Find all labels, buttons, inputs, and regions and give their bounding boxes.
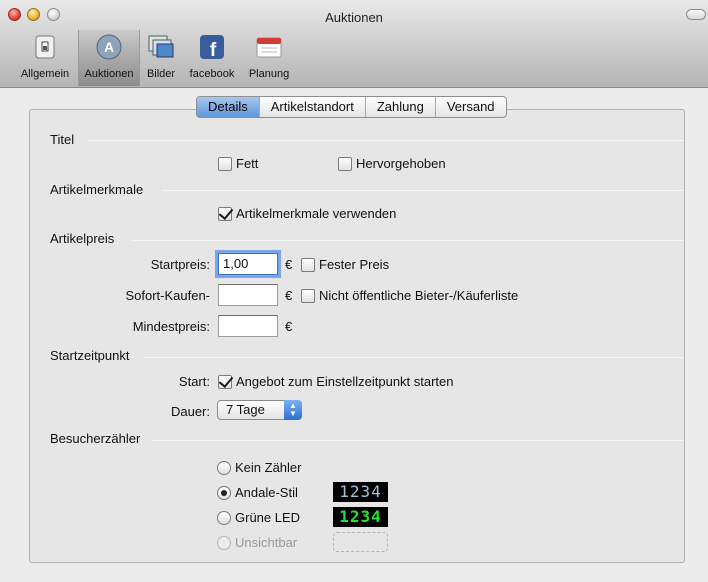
toolbar-item-facebook[interactable]: f facebook	[183, 30, 241, 86]
mindestpreis-label: Mindestpreis:	[132, 319, 210, 334]
photos-icon	[148, 35, 174, 58]
mindestpreis-input[interactable]	[218, 315, 278, 337]
section-artikelpreis-label: Artikelpreis	[50, 231, 115, 246]
toolbar-item-label: Bilder	[146, 68, 176, 80]
sofort-kaufen-input[interactable]	[218, 284, 278, 306]
svg-text:f: f	[210, 40, 217, 61]
section-startzeitpunkt-label: Startzeitpunkt	[50, 348, 130, 363]
nicht-oeffentlich-checkbox[interactable]	[301, 289, 315, 303]
tab-artikelstandort[interactable]: Artikelstandort	[258, 97, 365, 117]
section-separator	[162, 190, 684, 191]
counter-label-andale: Andale-Stil	[235, 485, 298, 500]
fett-label: Fett	[236, 156, 259, 171]
toolbar-item-bilder[interactable]: Bilder	[141, 30, 181, 86]
andale-counter-preview: 1234	[333, 482, 388, 502]
toolbar-item-label: Auktionen	[84, 68, 134, 80]
fester-preis-checkbox[interactable]	[301, 258, 315, 272]
led-counter-preview: 1234	[333, 507, 388, 527]
switch-icon	[35, 35, 55, 59]
toolbar-toggle-button[interactable]	[686, 9, 706, 20]
artikelmerkmale-verwenden-label: Artikelmerkmale verwenden	[236, 206, 397, 221]
updown-arrows-icon: ▲ ▼	[284, 400, 302, 420]
hervorgehoben-label: Hervorgehoben	[356, 156, 446, 171]
counter-label-unsichtbar: Unsichtbar	[235, 535, 298, 550]
calendar-icon	[256, 37, 282, 58]
toolbar-item-label: Allgemein	[20, 68, 70, 80]
section-besucherzaehler-label: Besucherzähler	[50, 431, 141, 446]
angebot-starten-label: Angebot zum Einstellzeitpunkt starten	[236, 374, 454, 389]
fett-checkbox[interactable]	[218, 157, 232, 171]
fester-preis-label: Fester Preis	[319, 257, 390, 272]
facebook-icon: f	[200, 35, 224, 61]
toolbar-item-label: facebook	[189, 68, 235, 80]
counter-radio-andale[interactable]	[217, 486, 231, 500]
counter-radio-kein[interactable]	[217, 461, 231, 475]
counter-radio-led[interactable]	[217, 511, 231, 525]
start-label: Start:	[178, 374, 210, 389]
tab-bar: Details Artikelstandort Zahlung Versand	[196, 96, 507, 118]
hervorgehoben-checkbox[interactable]	[338, 157, 352, 171]
startpreis-label: Startpreis:	[150, 257, 210, 272]
toolbar-item-planung[interactable]: Planung	[243, 30, 295, 86]
auction-icon: A	[96, 34, 122, 60]
invisible-counter-preview	[333, 532, 388, 552]
section-separator	[144, 357, 684, 358]
tab-details[interactable]: Details	[197, 97, 259, 117]
section-titel-label: Titel	[50, 132, 75, 147]
sofort-kaufen-label: Sofort-Kaufen-	[125, 288, 210, 303]
window-title: Auktionen	[325, 10, 383, 25]
startpreis-input[interactable]: 1,00	[218, 253, 278, 275]
toolbar-item-label: Planung	[248, 68, 290, 80]
section-separator	[131, 240, 684, 241]
dauer-value: 7 Tage	[226, 402, 265, 417]
section-artikelmerkmale-label: Artikelmerkmale	[50, 182, 144, 197]
currency-label: €	[285, 288, 293, 303]
section-separator	[88, 140, 684, 141]
currency-label: €	[285, 319, 293, 334]
angebot-starten-checkbox[interactable]	[218, 375, 232, 389]
nicht-oeffentlich-label: Nicht öffentliche Bieter-/Käuferliste	[319, 288, 519, 303]
dauer-popup[interactable]: 7 Tage ▲ ▼	[217, 400, 302, 420]
counter-radio-unsichtbar	[217, 536, 231, 550]
counter-label-kein: Kein Zähler	[235, 460, 302, 475]
section-separator	[152, 440, 684, 441]
dauer-label: Dauer:	[170, 404, 210, 419]
currency-label: €	[285, 257, 293, 272]
window-titlebar: Auktionen Allgemein A Auktionen Bilder f…	[0, 0, 708, 88]
tab-versand[interactable]: Versand	[434, 97, 506, 117]
counter-label-led: Grüne LED	[235, 510, 301, 525]
toolbar-item-auktionen[interactable]: A Auktionen	[78, 30, 140, 86]
tab-zahlung[interactable]: Zahlung	[364, 97, 435, 117]
artikelmerkmale-verwenden-checkbox[interactable]	[218, 207, 232, 221]
toolbar-item-allgemein[interactable]: Allgemein	[14, 30, 76, 86]
svg-text:A: A	[104, 39, 114, 55]
